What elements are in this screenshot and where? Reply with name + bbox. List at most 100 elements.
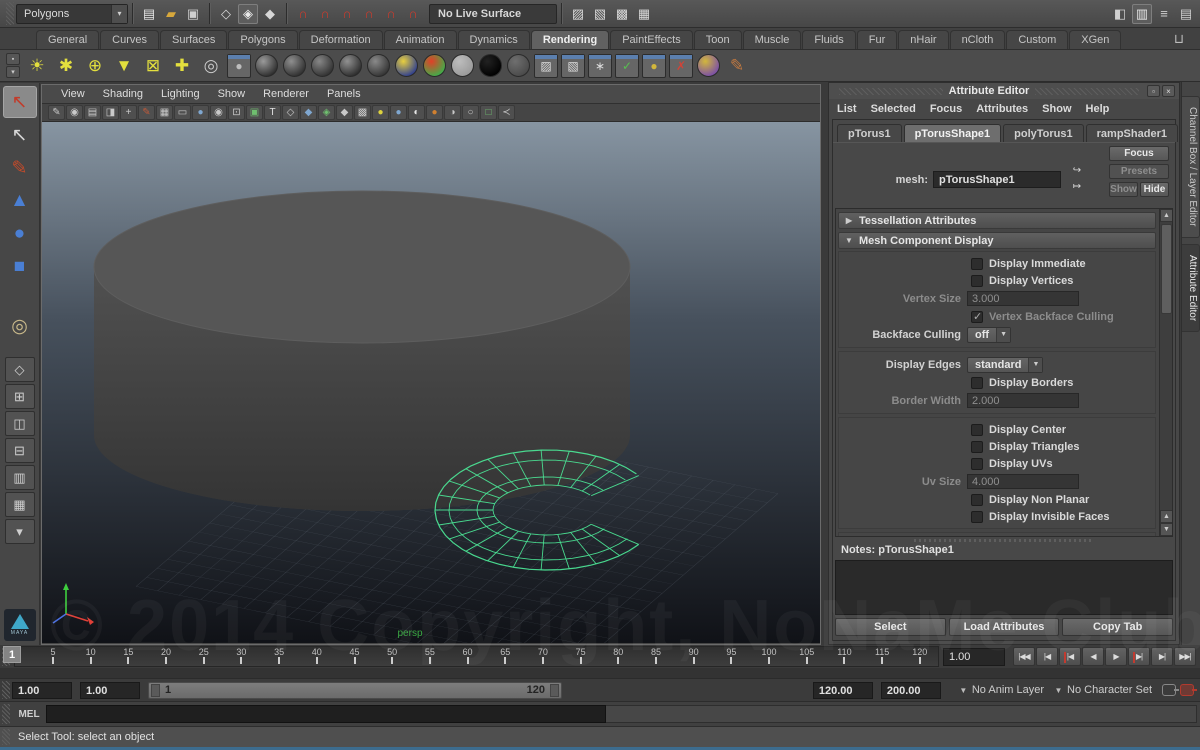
grease-pencil-icon[interactable]: ✎ (48, 105, 65, 120)
ambient-light-icon[interactable]: ✚ (169, 53, 195, 79)
paint-select-tool[interactable]: ✎ (3, 152, 37, 184)
use-background-icon[interactable] (479, 54, 502, 77)
step-back-key-button[interactable]: |◀ (1059, 647, 1081, 666)
phong-material-icon[interactable] (339, 54, 362, 77)
go-to-end-button[interactable]: ▶▶| (1174, 647, 1196, 666)
undock-icon[interactable]: ▫ (1147, 85, 1160, 97)
volume-light-icon[interactable]: ⊠ (140, 53, 166, 79)
play-forwards-button[interactable]: ▶ (1105, 647, 1127, 666)
output-connection-icon[interactable]: ↦ (1069, 181, 1085, 194)
drag-handle[interactable] (2, 729, 10, 745)
bookmarks-icon[interactable]: ▤ (84, 105, 101, 120)
notes-splitter[interactable] (833, 537, 1175, 544)
layout-persp-uv-icon[interactable]: ▦ (5, 492, 35, 517)
attribute-editor-tab[interactable]: Attribute Editor (1182, 244, 1200, 332)
make-live-icon[interactable]: ∩ (403, 4, 423, 24)
pan-zoom-icon[interactable]: + (120, 105, 137, 120)
all-lights-icon[interactable]: ● (390, 105, 407, 120)
shelf-tab[interactable]: Curves (100, 30, 159, 49)
layout-hypergraph-persp-icon[interactable]: ▥ (5, 465, 35, 490)
shelf-tab[interactable]: Fur (857, 30, 898, 49)
viewport-menu-item[interactable]: Lighting (152, 88, 209, 100)
display-vertices-checkbox[interactable] (971, 275, 983, 287)
torus-object-shaded[interactable] (94, 191, 630, 511)
shelf-tab[interactable]: Deformation (299, 30, 383, 49)
step-back-frame-button[interactable]: |◀ (1036, 647, 1058, 666)
attributes-scrollbar[interactable]: ▲ ▲ ▼ (1159, 209, 1172, 536)
last-tool-polygon-torus[interactable]: ◎ (3, 310, 37, 342)
default-lighting-icon[interactable]: ● (372, 105, 389, 120)
channel-box-layer-editor-tab[interactable]: Channel Box / Layer Editor (1182, 96, 1200, 238)
render-view-shelf-icon[interactable]: ▨ (534, 54, 558, 78)
channel-box-toggle-icon[interactable]: ▤ (1176, 4, 1196, 24)
checker-icon[interactable]: ▩ (354, 105, 371, 120)
scroll-up-icon[interactable]: ▲ (1160, 510, 1173, 523)
node-tab[interactable]: rampShader1 (1086, 124, 1178, 142)
anim-layer-dropdown-icon[interactable]: ▼ (957, 684, 970, 697)
viewport-menu-item[interactable]: Panels (318, 88, 370, 100)
vertex-backface-culling-checkbox[interactable] (971, 311, 983, 323)
lasso-select-tool[interactable]: ↖ (3, 119, 37, 151)
phong-e-material-icon[interactable] (367, 54, 390, 77)
attributes-scroll-area[interactable]: ▶ Tessellation Attributes ▼ Mesh Compone… (835, 208, 1173, 537)
display-center-checkbox[interactable] (971, 424, 983, 436)
drag-handle[interactable] (6, 2, 14, 25)
render-current-frame-icon[interactable]: ▧ (590, 4, 610, 24)
attribute-editor-menu-item[interactable]: Attributes (976, 103, 1038, 115)
snap-point-icon[interactable]: ∩ (337, 4, 357, 24)
hide-button[interactable]: Hide (1140, 182, 1169, 197)
blinn-material-icon[interactable] (283, 54, 306, 77)
drag-handle[interactable] (2, 681, 10, 699)
batch-render-icon[interactable]: ▧ (561, 54, 585, 78)
input-connection-icon[interactable]: ↪ (1069, 165, 1085, 178)
display-non-planar-checkbox[interactable] (971, 494, 983, 506)
select-tool[interactable]: ↖ (3, 86, 37, 118)
drag-handle[interactable] (2, 704, 10, 724)
shelf-tab[interactable]: Polygons (228, 30, 297, 49)
ramp-shader-icon[interactable] (423, 54, 446, 77)
range-start-handle[interactable] (151, 684, 160, 697)
load-attributes-button[interactable]: Load Attributes (949, 618, 1060, 636)
layout-persp-graph-icon[interactable]: ⊟ (5, 438, 35, 463)
shelf-tab[interactable]: General (36, 30, 99, 49)
current-frame-marker[interactable]: 1 (3, 646, 21, 663)
attribute-editor-menu-item[interactable]: Selected (871, 103, 926, 115)
display-immediate-checkbox[interactable] (971, 258, 983, 270)
camera-icon[interactable]: ◎ (198, 53, 224, 79)
set-key-icon[interactable] (1162, 684, 1176, 696)
range-end-handle[interactable] (550, 684, 559, 697)
shelf-tab[interactable]: Toon (694, 30, 742, 49)
layout-four-pane-icon[interactable]: ⊞ (5, 384, 35, 409)
open-scene-icon[interactable]: ▰ (161, 4, 181, 24)
shelf-tab[interactable]: Fluids (802, 30, 855, 49)
shaded-icon[interactable]: ◆ (300, 105, 317, 120)
focus-button[interactable]: Focus (1109, 146, 1169, 161)
ambient-occlusion-icon[interactable]: ● (426, 105, 443, 120)
ipr-render-icon[interactable]: ▩ (612, 4, 632, 24)
uv-size-field[interactable]: 4.000 (967, 474, 1079, 489)
node-tab[interactable]: pTorus1 (837, 124, 902, 142)
shelf-tab[interactable]: Surfaces (160, 30, 227, 49)
paint-effects-brush-icon[interactable]: ✎ (724, 53, 750, 79)
animation-end-field[interactable]: 200.00 (881, 682, 941, 699)
copy-tab-button[interactable]: Copy Tab (1062, 618, 1173, 636)
isolate-select-icon[interactable]: □ (480, 105, 497, 120)
layout-menu-button[interactable]: ▾ (5, 519, 35, 544)
auto-keyframe-icon[interactable] (1180, 684, 1194, 696)
hypershade-icon[interactable]: ● (642, 54, 666, 78)
display-borders-checkbox[interactable] (971, 377, 983, 389)
scale-tool[interactable]: ■ (3, 251, 37, 283)
shading-map-icon[interactable] (507, 54, 530, 77)
attribute-editor-menu-item[interactable]: Help (1086, 103, 1120, 115)
viewport-menu-item[interactable]: View (52, 88, 94, 100)
texture-placement-icon[interactable]: T (264, 105, 281, 120)
shelf-tab[interactable]: Muscle (743, 30, 802, 49)
attribute-editor-toggle-icon[interactable]: ▥ (1132, 4, 1152, 24)
scroll-up-icon[interactable]: ▲ (1160, 209, 1173, 222)
playback-end-field[interactable]: 120.00 (813, 682, 873, 699)
shelf-menu-buttons[interactable]: ▪ ▾ (6, 53, 20, 78)
move-tool[interactable]: ▲ (3, 185, 37, 217)
viewport-share-icon[interactable]: ≺ (498, 105, 515, 120)
shading-group-icon[interactable] (697, 54, 720, 77)
grid-display-icon[interactable]: ▦ (156, 105, 173, 120)
